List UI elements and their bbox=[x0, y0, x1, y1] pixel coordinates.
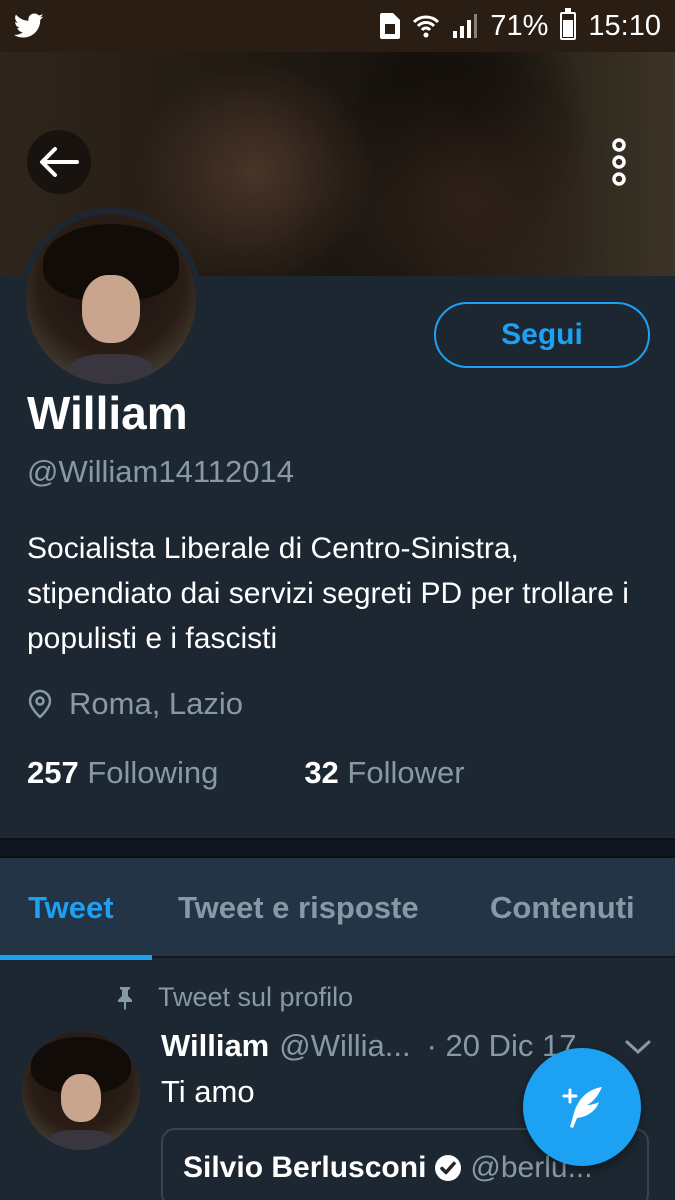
follow-button[interactable]: Segui bbox=[434, 302, 650, 368]
arrow-left-icon bbox=[40, 147, 79, 177]
clock: 15:10 bbox=[588, 9, 661, 42]
vertical-dots-icon bbox=[612, 138, 626, 186]
profile-location: Roma, Lazio bbox=[27, 686, 243, 722]
pinned-indicator: Tweet sul profilo bbox=[114, 982, 353, 1013]
more-options-button[interactable] bbox=[587, 130, 651, 194]
profile-tabs: Tweet Tweet e risposte Contenuti bbox=[0, 858, 675, 960]
wifi-icon bbox=[413, 15, 440, 38]
compose-quill-icon bbox=[562, 1087, 602, 1128]
signal-icon bbox=[453, 14, 478, 38]
tweet-text: Ti amo bbox=[161, 1074, 255, 1109]
tweet-author-avatar[interactable] bbox=[22, 1032, 140, 1150]
tweet-header: William @Willia... · 20 Dic 17 bbox=[161, 1028, 577, 1064]
compose-tweet-button[interactable] bbox=[523, 1048, 641, 1166]
followers-stat[interactable]: 32 Follower bbox=[304, 755, 464, 791]
following-label: Following bbox=[87, 755, 219, 790]
sim-icon bbox=[380, 13, 401, 39]
location-text: Roma, Lazio bbox=[69, 686, 244, 721]
verified-badge-icon bbox=[435, 1155, 462, 1181]
profile-screen: 71% 15:10 Segui William @William14112014… bbox=[0, 0, 675, 1200]
followers-count: 32 bbox=[304, 755, 339, 790]
chevron-down-icon[interactable] bbox=[624, 1038, 652, 1056]
following-stat[interactable]: 257 Following bbox=[27, 755, 218, 791]
tab-tweet[interactable]: Tweet bbox=[0, 858, 152, 960]
tab-tweet-e-risposte[interactable]: Tweet e risposte bbox=[152, 858, 464, 958]
battery-icon bbox=[560, 8, 577, 40]
profile-stats: 257 Following 32 Follower bbox=[27, 755, 465, 791]
profile-name: William bbox=[27, 387, 188, 439]
pinned-label: Tweet sul profilo bbox=[158, 982, 354, 1012]
quoted-author-name: Silvio Berlusconi bbox=[183, 1151, 427, 1184]
tab-contenuti[interactable]: Contenuti bbox=[464, 858, 635, 958]
pin-icon bbox=[118, 986, 132, 1010]
following-count: 257 bbox=[27, 755, 79, 790]
twitter-icon bbox=[14, 13, 44, 38]
profile-bio: Socialista Liberale di Centro-Sinistra, … bbox=[27, 532, 629, 655]
tweet-author-handle: @Willia... bbox=[279, 1028, 411, 1063]
back-button[interactable] bbox=[27, 130, 91, 194]
profile-handle: @William14112014 bbox=[27, 454, 294, 489]
profile-avatar[interactable] bbox=[20, 208, 202, 390]
followers-label: Follower bbox=[347, 755, 465, 790]
battery-percent: 71% bbox=[490, 9, 549, 42]
location-pin-icon bbox=[28, 689, 52, 719]
tweet-author-name: William bbox=[161, 1028, 270, 1063]
status-indicators: 71% 15:10 bbox=[380, 8, 661, 43]
section-divider bbox=[0, 838, 675, 858]
status-bar: 71% 15:10 bbox=[0, 0, 675, 52]
